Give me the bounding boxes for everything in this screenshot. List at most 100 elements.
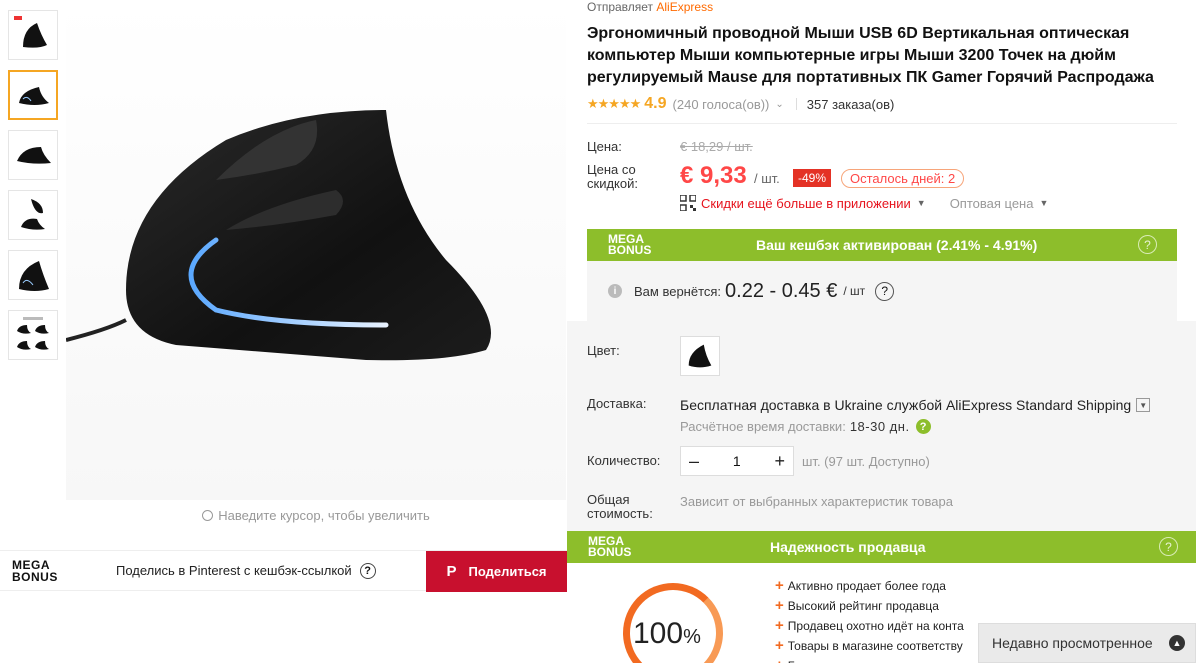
- current-price: € 9,33: [680, 162, 747, 189]
- seller-reliability-header: MEGA BONUS Надежность продавца ?: [567, 531, 1196, 563]
- thumbnail-2[interactable]: [8, 70, 58, 120]
- reliability-percent: 100%: [633, 617, 701, 651]
- list-item: + Товары в магазине соответству: [775, 636, 985, 656]
- quantity-available: шт. (97 шт. Доступно): [802, 454, 930, 469]
- color-option-black[interactable]: [680, 336, 720, 376]
- price-unit: / шт.: [754, 171, 780, 186]
- rating-stars: ★★★★★: [587, 96, 641, 111]
- color-label: Цвет:: [587, 343, 620, 358]
- mega-bonus-logo-line1: MEGA: [12, 557, 50, 572]
- thumbnail-3[interactable]: [8, 130, 58, 180]
- mega-bonus-logo-line2: BONUS: [12, 569, 58, 584]
- app-discount-row: Скидки ещё больше в приложении ▼ Оптовая…: [680, 195, 1048, 211]
- ships-by: Отправляет AliExpress: [587, 0, 713, 14]
- quantity-stepper: – 1 +: [680, 446, 794, 476]
- reliability-percent-sign: %: [683, 626, 701, 648]
- thumbnail-list: [8, 10, 58, 370]
- mega-bonus-logo: MEGA BONUS: [0, 559, 92, 583]
- fact-text: Товары в магазине соответству: [787, 639, 963, 653]
- plus-icon: +: [775, 617, 784, 634]
- main-product-image[interactable]: [65, 0, 566, 500]
- chevron-down-icon[interactable]: ▼: [1136, 398, 1151, 412]
- zoom-hint: Наведите курсор, чтобы увеличить: [66, 508, 566, 523]
- rating-votes[interactable]: (240 голоса(ов)): [673, 97, 770, 112]
- quantity-input[interactable]: 1: [733, 453, 741, 469]
- plus-icon: +: [775, 577, 784, 594]
- fact-text: Продавец охотно идёт на конта: [787, 619, 964, 633]
- divider: [587, 123, 1177, 124]
- total-label: Общая стоимость:: [587, 492, 653, 521]
- orders-count: 357 заказа(ов): [806, 96, 895, 112]
- quantity-label: Количество:: [587, 453, 661, 468]
- cashback-return-unit: / шт: [843, 284, 866, 298]
- chevron-up-icon: ▲: [1169, 635, 1185, 651]
- cashback-return-value: 0.22 - 0.45 €: [725, 279, 838, 302]
- thumbnail-5[interactable]: [8, 250, 58, 300]
- delivery-time: Расчётное время доставки: 18-30 дн. ?: [680, 419, 931, 434]
- help-icon[interactable]: ?: [875, 281, 895, 301]
- thumbnail-6[interactable]: [8, 310, 58, 360]
- pinterest-icon: P: [446, 563, 457, 580]
- thumbnail-4[interactable]: [8, 190, 58, 240]
- plus-icon: +: [775, 637, 784, 654]
- list-item: +Б: [775, 656, 985, 663]
- old-price: € 18,29 / шт.: [680, 139, 753, 154]
- delivery-label: Доставка:: [587, 396, 647, 411]
- pinterest-share-button[interactable]: P Поделиться: [426, 551, 567, 592]
- mega-bonus-logo-line2: BONUS: [588, 545, 632, 559]
- plus-icon: +: [775, 597, 784, 614]
- pinterest-share-text: Поделись в Pinterest с кешбэк-ссылкой: [116, 563, 352, 578]
- discount-badge: -49%: [793, 169, 832, 187]
- days-left-badge: Осталось дней: 2: [841, 169, 965, 188]
- discount-price-label: Цена со скидкой:: [587, 162, 638, 191]
- reliability-percent-value: 100: [633, 617, 684, 650]
- caret-down-icon[interactable]: ▼: [917, 198, 926, 208]
- caret-down-icon[interactable]: ▼: [1039, 198, 1048, 208]
- reliability-facts: + Активно продает более года + Высокий рей…: [775, 576, 985, 663]
- seller-reliability-title: Надежность продавца: [770, 539, 926, 555]
- price-label: Цена:: [587, 139, 622, 154]
- rating-score: 4.9: [644, 95, 667, 112]
- mega-bonus-logo-line2: BONUS: [608, 243, 652, 257]
- cashback-title: Ваш кешбэк активирован (2.41% - 4.91%): [756, 237, 1038, 253]
- app-discount-link[interactable]: Скидки ещё больше в приложении: [701, 196, 911, 211]
- ships-by-label: Отправляет: [587, 0, 654, 14]
- cashback-return-label: Вам вернётся:: [634, 283, 722, 299]
- wholesale-price-link[interactable]: Оптовая цена: [950, 196, 1034, 211]
- pinterest-share-button-label: Поделиться: [468, 564, 547, 579]
- fact-text: Высокий рейтинг продавца: [787, 599, 939, 613]
- help-icon[interactable]: ?: [915, 419, 931, 434]
- delivery-option[interactable]: Бесплатная доставка в Ukraine службой Al…: [680, 397, 1151, 413]
- info-icon: i: [608, 284, 622, 298]
- pinterest-share-bar: MEGA BONUS Поделись в Pinterest с кешбэк…: [0, 550, 567, 592]
- zoom-hint-text: Наведите курсор, чтобы увеличить: [218, 508, 430, 523]
- list-item: + Активно продает более года: [775, 576, 985, 596]
- plus-icon: +: [775, 657, 784, 663]
- thumbnail-1[interactable]: [8, 10, 58, 60]
- chevron-down-icon[interactable]: ⌄: [775, 99, 783, 110]
- total-note: Зависит от выбранных характеристик товар…: [680, 494, 953, 509]
- product-page: Наведите курсор, чтобы увеличить MEGA BO…: [0, 0, 1196, 663]
- list-item: + Продавец охотно идёт на конта: [775, 616, 985, 636]
- fact-text: Б: [788, 659, 796, 663]
- qr-code-icon: [680, 195, 696, 211]
- help-icon[interactable]: ?: [1159, 537, 1178, 556]
- help-icon[interactable]: ?: [359, 562, 376, 579]
- fact-text: Активно продает более года: [787, 579, 946, 593]
- delivery-time-value: 18-30 дн.: [849, 419, 910, 434]
- cashback-header: MEGA BONUS Ваш кешбэк активирован (2.41%…: [587, 229, 1177, 261]
- delivery-text: Бесплатная доставка в Ukraine службой Al…: [680, 397, 1132, 413]
- delivery-time-label: Расчётное время доставки:: [680, 419, 846, 434]
- increase-button[interactable]: +: [774, 451, 785, 472]
- decrease-button[interactable]: –: [689, 451, 699, 472]
- list-item: + Высокий рейтинг продавца: [775, 596, 985, 616]
- recently-viewed-label: Недавно просмотренное: [992, 635, 1153, 651]
- recently-viewed-button[interactable]: Недавно просмотренное ▲: [978, 623, 1196, 663]
- search-icon: [202, 510, 214, 521]
- product-title: Эргономичный проводной Мыши USB 6D Верти…: [587, 25, 1154, 86]
- cashback-body: i Вам вернётся: 0.22 - 0.45 € / шт ?: [587, 261, 1177, 321]
- help-icon[interactable]: ?: [1138, 235, 1157, 254]
- divider: [795, 98, 797, 110]
- mega-bonus-logo: MEGA BONUS: [588, 535, 648, 559]
- ships-by-brand[interactable]: AliExpress: [656, 0, 713, 14]
